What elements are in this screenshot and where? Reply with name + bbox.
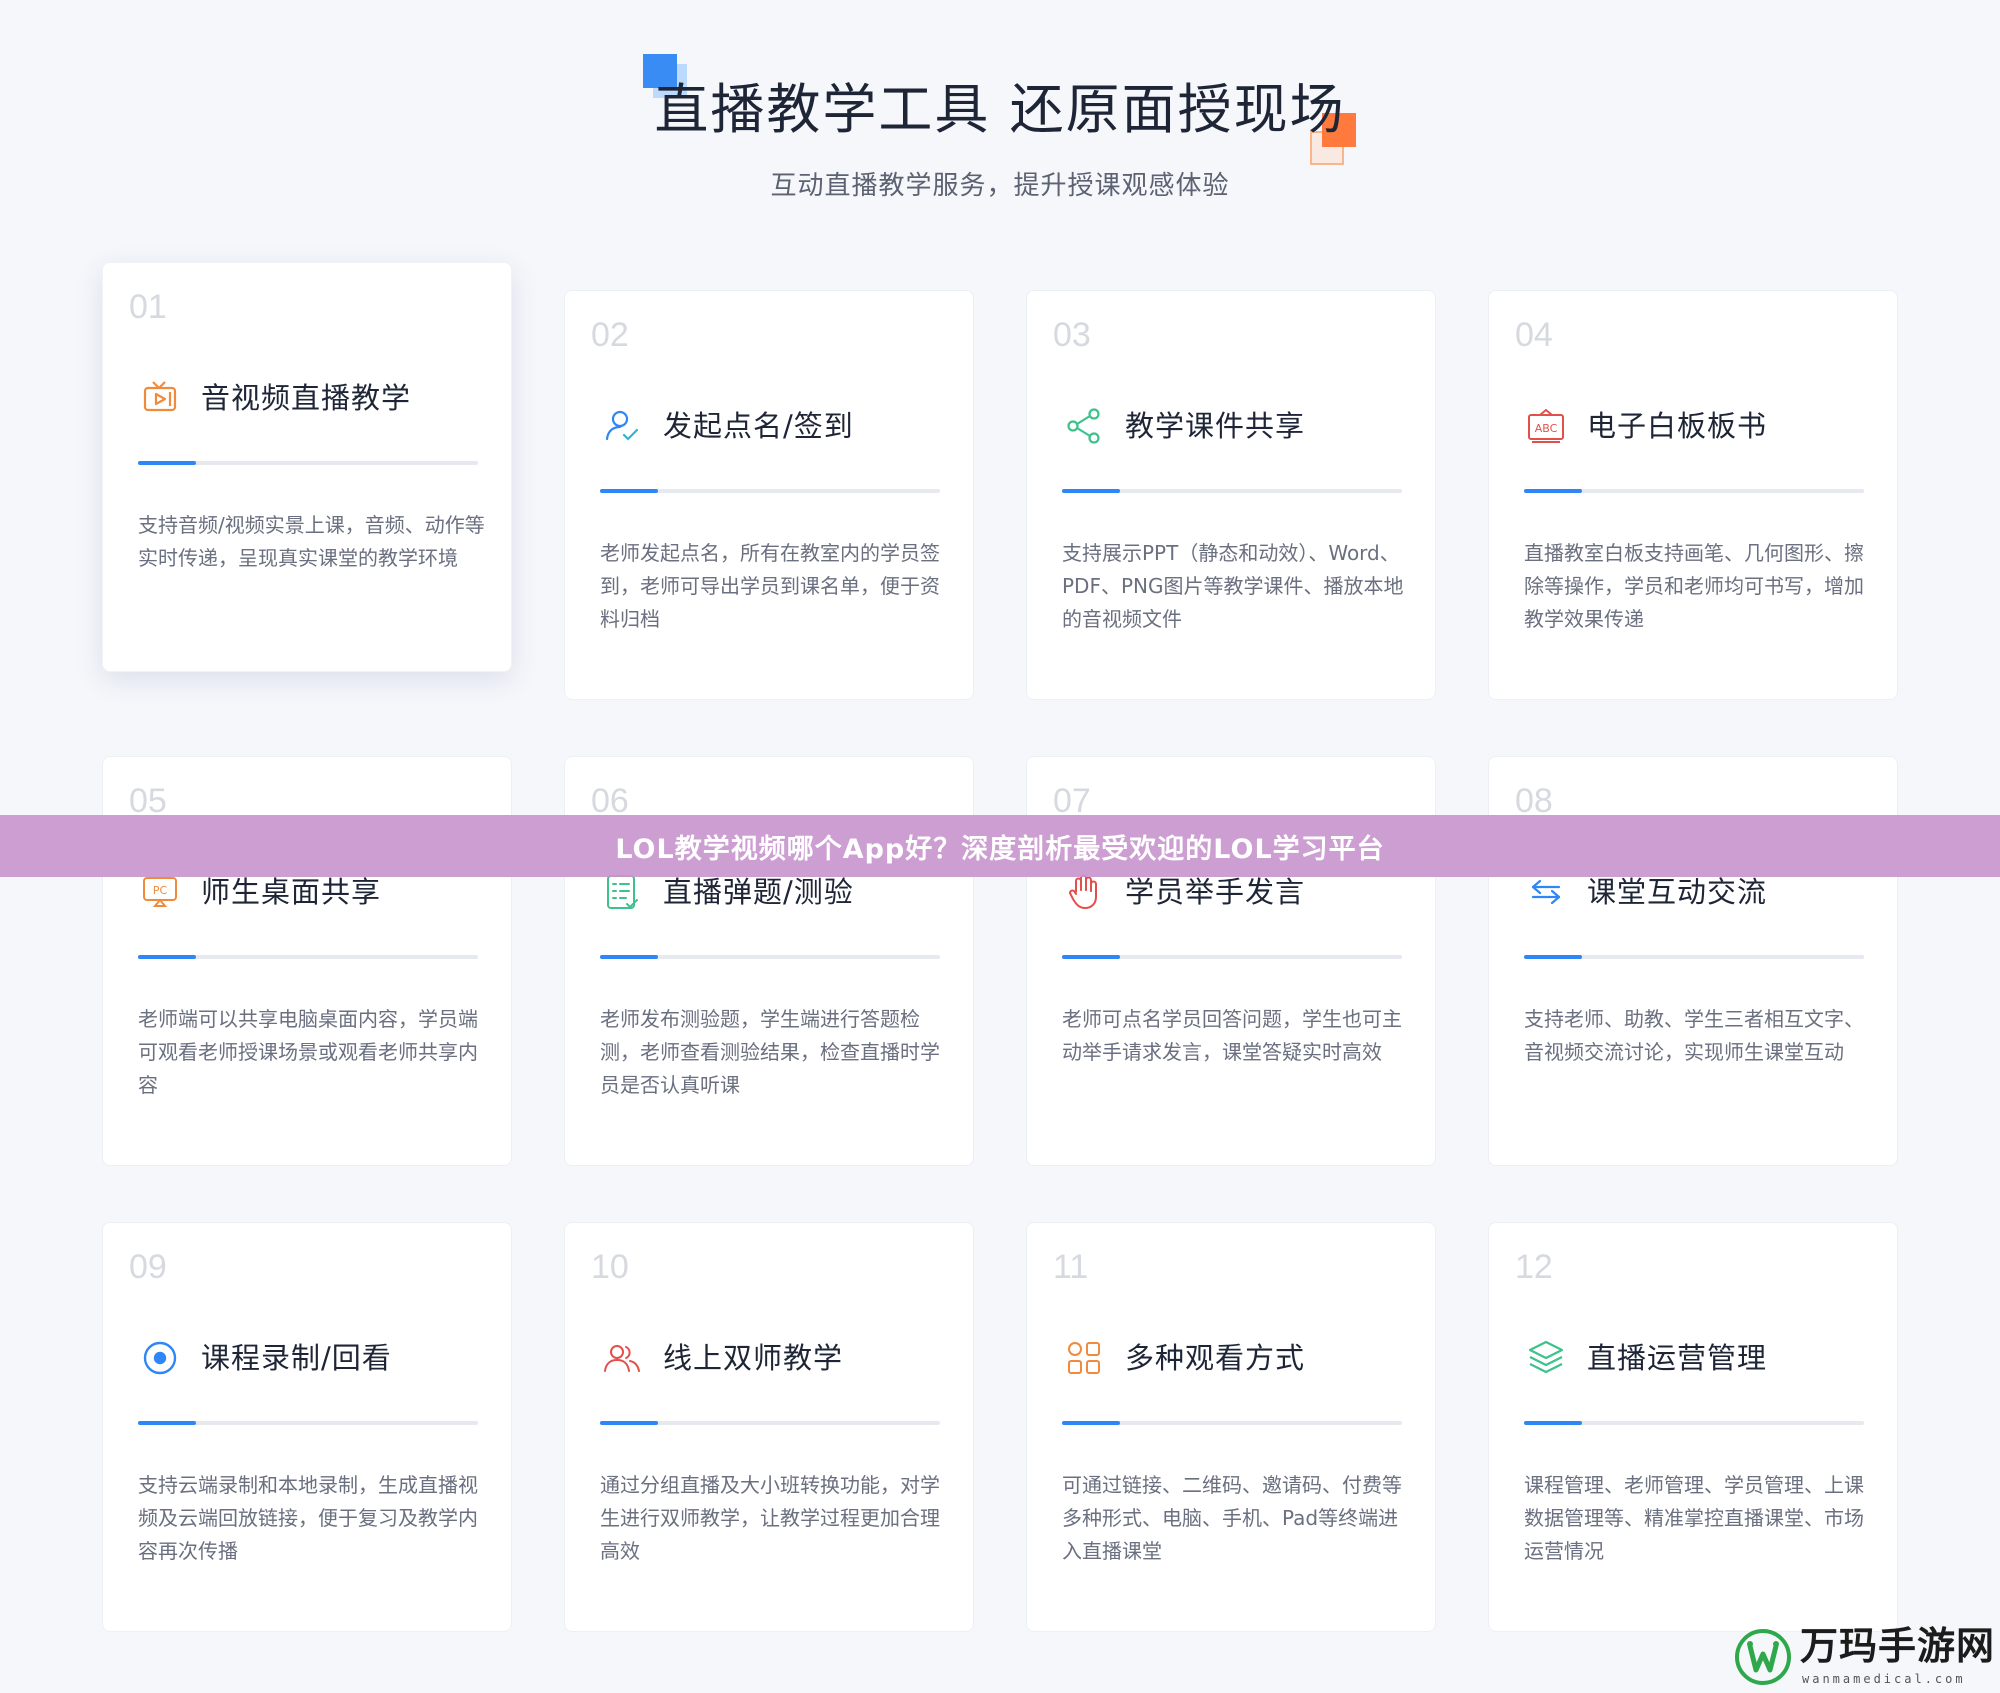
card-description: 支持云端录制和本地录制，生成直播视频及云端回放链接，便于复习及教学内容再次传播 (138, 1473, 478, 1563)
card-description: 老师可点名学员回答问题，学生也可主动举手请求发言，课堂答疑实时高效 (1062, 1007, 1402, 1064)
card-title: 发起点名/签到 (663, 409, 854, 443)
feature-card[interactable]: 03 教学课件共享 支持展示PPT（静态和动效）、Word、PDF、PNG图片等… (1026, 290, 1436, 700)
progress-track (1524, 955, 1864, 959)
feature-card[interactable]: 09 课程录制/回看 支持云端录制和本地录制，生成直播视频及云端回放链接，便于复… (102, 1222, 512, 1632)
svg-text:PC: PC (153, 884, 168, 897)
card-number: 09 (129, 1248, 167, 1286)
page-title: 直播教学工具 还原面授现场 (654, 78, 1346, 141)
progress-track (1062, 955, 1402, 959)
hero-section: 直播教学工具 还原面授现场 互动直播教学服务，提升授课观感体验 (0, 0, 2000, 240)
card-number: 11 (1053, 1248, 1089, 1286)
card-number: 12 (1515, 1248, 1553, 1286)
card-description: 直播教室白板支持画笔、几何图形、擦除等操作，学员和老师均可书写，增加教学效果传递 (1524, 541, 1864, 631)
progress-fill (138, 461, 196, 465)
share-icon (1063, 405, 1105, 447)
banner-text: LOL教学视频哪个App好？深度剖析最受欢迎的LOL学习平台 (615, 833, 1385, 865)
card-description: 可通过链接、二维码、邀请码、付费等多种形式、电脑、手机、Pad等终端进入直播课堂 (1062, 1473, 1402, 1563)
site-logo-icon (1732, 1624, 1794, 1686)
live-tv-icon (139, 377, 181, 419)
feature-card[interactable]: 01 音视频直播教学 支持音频/视频实景上课，音频、动作等实时传递，呈现真实课堂… (102, 262, 512, 672)
card-number: 02 (591, 316, 629, 354)
card-description: 老师端可以共享电脑桌面内容，学员端可观看老师授课场景或观看老师共享内容 (138, 1007, 478, 1097)
feature-card[interactable]: 11 多种观看方式 可通过链接、二维码、邀请码、付费等多种形式、电脑、手机、Pa… (1026, 1222, 1436, 1632)
card-number: 04 (1515, 316, 1553, 354)
watermark-url: wanmamedical.com (1802, 1672, 1966, 1686)
layers-icon (1525, 1337, 1567, 1379)
svg-text:ABC: ABC (1535, 422, 1558, 435)
progress-track (1524, 489, 1864, 493)
progress-track (138, 1421, 478, 1425)
card-title: 线上双师教学 (663, 1341, 844, 1375)
progress-fill (1524, 489, 1582, 493)
progress-track (1524, 1421, 1864, 1425)
progress-track (600, 1421, 940, 1425)
card-number: 10 (591, 1248, 629, 1286)
card-description: 课程管理、老师管理、学员管理、上课数据管理等、精准掌控直播课堂、市场运营情况 (1524, 1473, 1864, 1563)
feature-card[interactable]: 12 直播运营管理 课程管理、老师管理、学员管理、上课数据管理等、精准掌控直播课… (1488, 1222, 1898, 1632)
progress-fill (1062, 489, 1120, 493)
site-watermark[interactable]: 万玛手游网 wanmamedical.com (1732, 1620, 2000, 1693)
card-title: 学员举手发言 (1125, 875, 1306, 909)
progress-fill (138, 1421, 196, 1425)
card-number: 01 (129, 288, 167, 326)
progress-track (138, 461, 478, 465)
progress-fill (600, 1421, 658, 1425)
card-number: 03 (1053, 316, 1091, 354)
card-description: 通过分组直播及大小班转换功能，对学生进行双师教学，让教学过程更加合理高效 (600, 1473, 940, 1563)
feature-card[interactable]: 04 ABC 电子白板板书 直播教室白板支持画笔、几何图形、擦除等操作，学员和老… (1488, 290, 1898, 700)
progress-track (600, 489, 940, 493)
card-title: 教学课件共享 (1125, 409, 1306, 443)
user-check-icon (601, 405, 643, 447)
card-title: 多种观看方式 (1125, 1341, 1306, 1375)
record-icon (139, 1337, 181, 1379)
card-title: 直播弹题/测验 (663, 875, 854, 909)
feature-card[interactable]: 02 发起点名/签到 老师发起点名，所有在教室内的学员签到，老师可导出学员到课名… (564, 290, 974, 700)
card-title: 电子白板板书 (1587, 409, 1768, 443)
card-title: 音视频直播教学 (201, 381, 412, 415)
card-title: 师生桌面共享 (201, 875, 382, 909)
two-users-icon (601, 1337, 643, 1379)
progress-track (138, 955, 478, 959)
card-description: 老师发起点名，所有在教室内的学员签到，老师可导出学员到课名单，便于资料归档 (600, 541, 940, 631)
progress-fill (138, 955, 196, 959)
card-description: 支持音频/视频实景上课，音频、动作等实时传递，呈现真实课堂的教学环境 (138, 513, 485, 570)
progress-fill (1062, 955, 1120, 959)
page-subtitle: 互动直播教学服务，提升授课观感体验 (770, 171, 1230, 201)
card-title: 课堂互动交流 (1587, 875, 1768, 909)
pc-screen-icon: PC (139, 871, 181, 913)
progress-track (600, 955, 940, 959)
exchange-arrows-icon (1525, 871, 1567, 913)
card-description: 老师发布测验题，学生端进行答题检测，老师查看测验结果，检查直播时学员是否认真听课 (600, 1007, 940, 1097)
progress-fill (1524, 955, 1582, 959)
card-description: 支持老师、助教、学生三者相互文字、音视频交流讨论，实现师生课堂互动 (1524, 1007, 1864, 1064)
progress-track (1062, 1421, 1402, 1425)
whiteboard-abc-icon: ABC (1525, 405, 1567, 447)
progress-fill (1524, 1421, 1582, 1425)
card-description: 支持展示PPT（静态和动效）、Word、PDF、PNG图片等教学课件、播放本地的… (1062, 541, 1404, 631)
progress-fill (1062, 1421, 1120, 1425)
feature-card[interactable]: 10 线上双师教学 通过分组直播及大小班转换功能，对学生进行双师教学，让教学过程… (564, 1222, 974, 1632)
overlay-banner: LOL教学视频哪个App好？深度剖析最受欢迎的LOL学习平台 (0, 815, 2000, 877)
progress-track (1062, 489, 1402, 493)
progress-fill (600, 489, 658, 493)
watermark-name: 万玛手游网 (1800, 1624, 1996, 1668)
progress-fill (600, 955, 658, 959)
checklist-icon (601, 871, 643, 913)
card-title: 课程录制/回看 (201, 1341, 392, 1375)
grid-icon (1063, 1337, 1105, 1379)
raise-hand-icon (1063, 871, 1105, 913)
card-title: 直播运营管理 (1587, 1341, 1768, 1375)
